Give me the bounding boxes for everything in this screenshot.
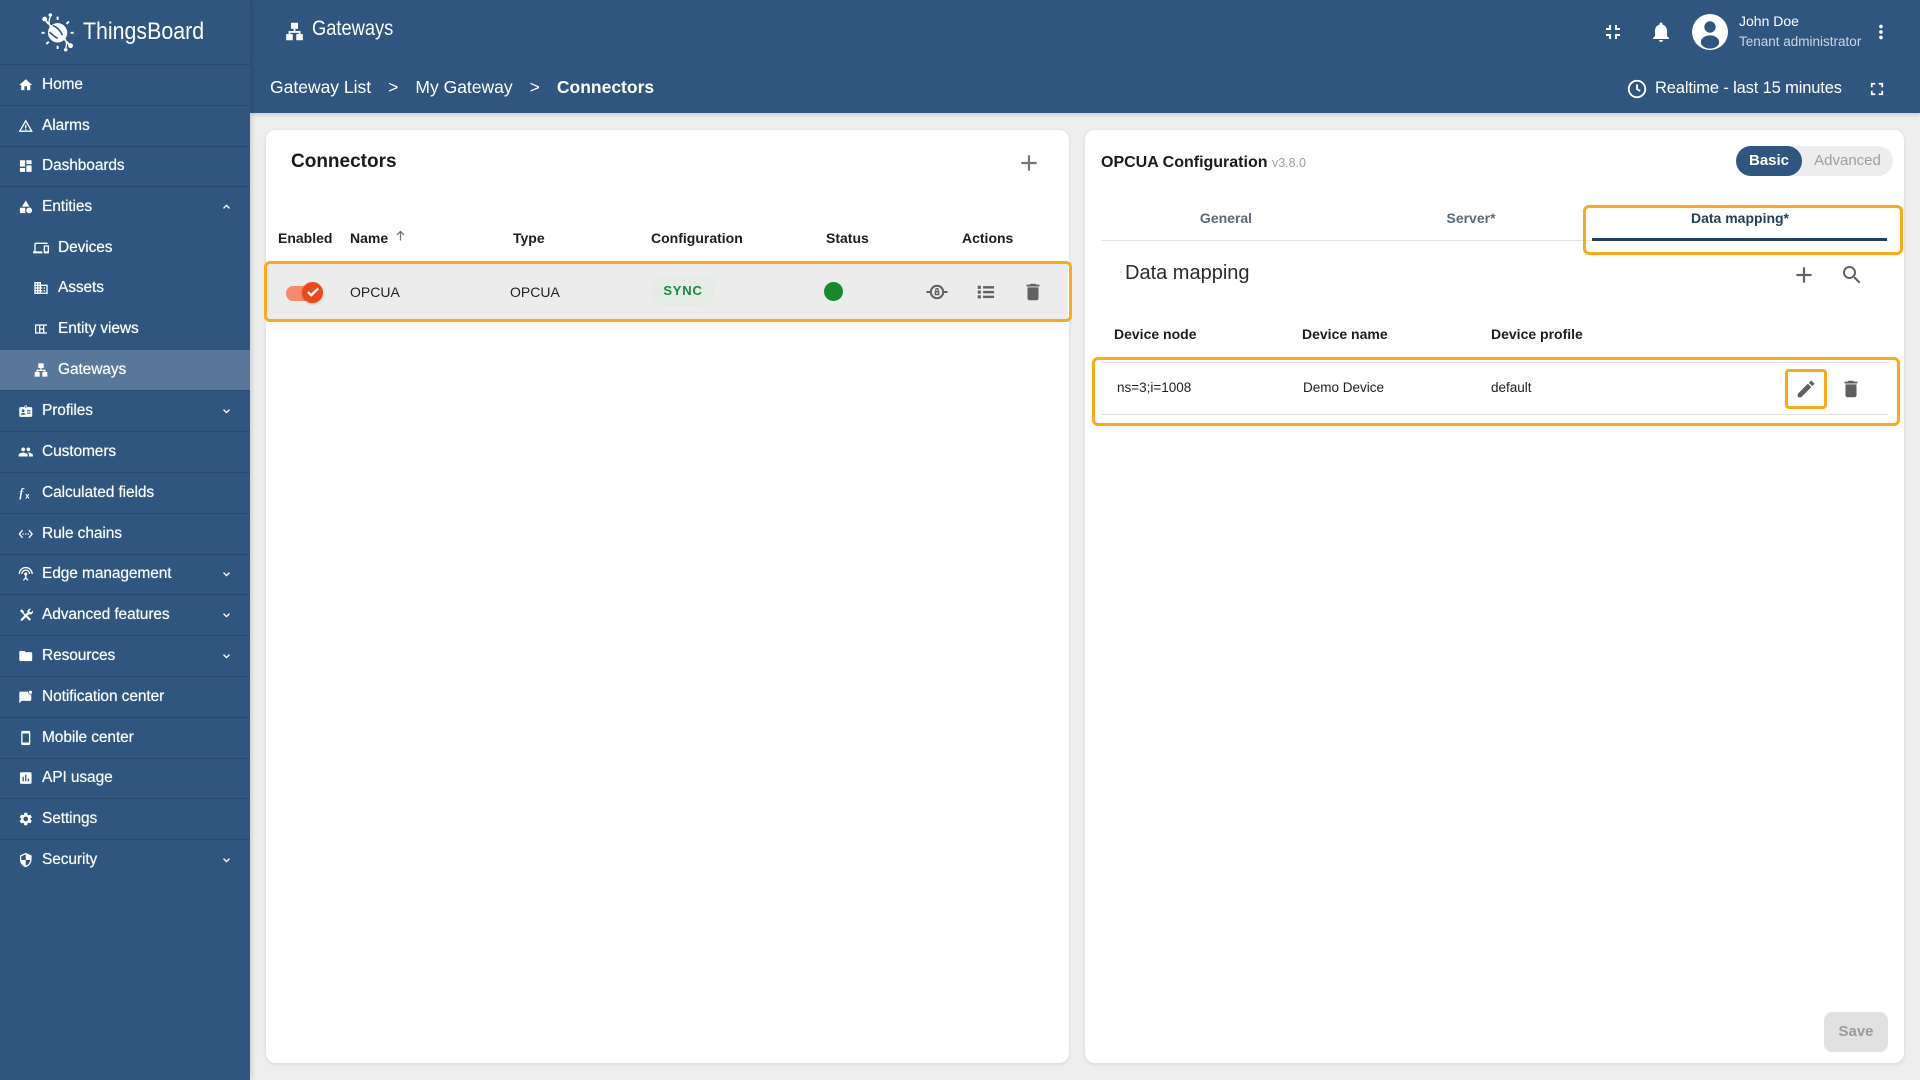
svg-text:f: f <box>19 486 25 500</box>
svg-text:x: x <box>25 491 30 500</box>
